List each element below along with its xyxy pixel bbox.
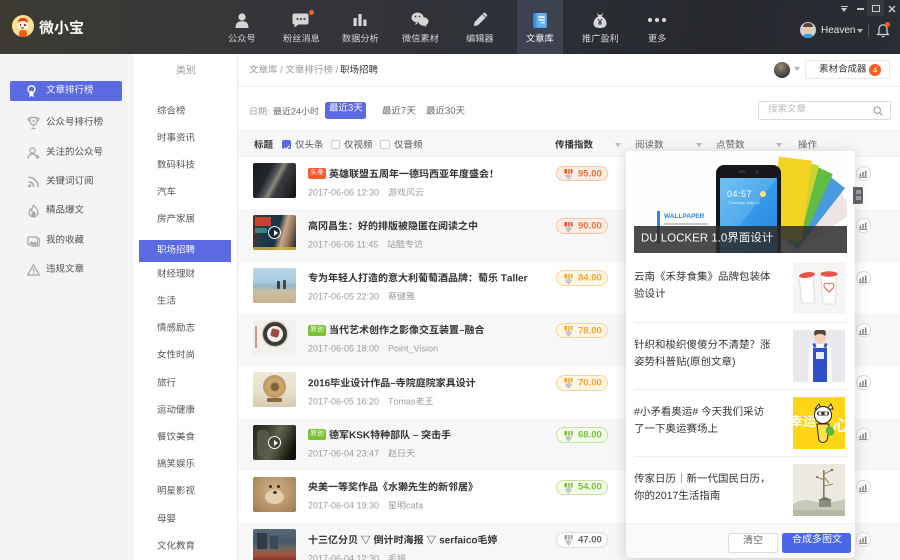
svg-text:¥: ¥ xyxy=(598,17,603,27)
